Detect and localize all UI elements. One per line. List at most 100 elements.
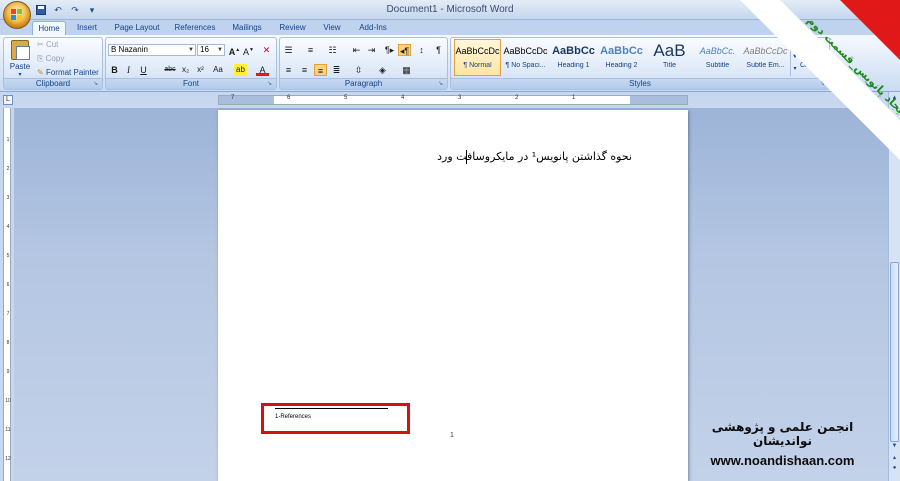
style-sample: AaBbCcDc: [455, 46, 500, 56]
ruler-mark: 2: [515, 95, 519, 101]
vertical-ruler-mark: 12: [5, 456, 11, 462]
ruler-mark: 4: [401, 95, 405, 101]
vertical-ruler-mark: 5: [6, 253, 10, 259]
format-painter-button[interactable]: ✎ Format Painter: [37, 68, 99, 77]
styles-scroll-icon[interactable]: ▲ ▼ ▾: [790, 39, 799, 76]
ruler-mark: 3: [458, 95, 462, 101]
scroll-down-icon[interactable]: ▼: [890, 442, 899, 451]
vertical-ruler-mark: 8: [6, 340, 10, 346]
change-case-button[interactable]: Aa: [210, 64, 226, 76]
scroll-thumb[interactable]: [890, 262, 899, 442]
copy-button[interactable]: ⎘ Copy: [37, 54, 64, 64]
ltr-direction-icon[interactable]: ¶▸: [383, 44, 396, 56]
style-no-spacing[interactable]: AaBbCcDc ¶ No Spaci...: [502, 39, 549, 76]
grow-font-button[interactable]: A▲: [228, 44, 241, 57]
tab-references[interactable]: References: [170, 21, 220, 35]
align-left-icon[interactable]: ≡: [282, 64, 295, 76]
paste-icon: [11, 40, 30, 60]
font-color-icon[interactable]: A: [256, 64, 269, 76]
title-bar: ↶ ↷ ▾ Document1 - Microsoft Word: [0, 0, 900, 29]
font-name-combo[interactable]: B Nazanin ▼: [108, 44, 196, 56]
align-right-icon[interactable]: ≡: [314, 64, 327, 76]
ruler-mark: 6: [287, 95, 291, 101]
style-heading-2[interactable]: AaBbCc Heading 2: [598, 39, 645, 76]
font-size-combo[interactable]: 16 ▼: [197, 44, 225, 56]
tab-add-ins[interactable]: Add-Ins: [353, 21, 393, 35]
tab-insert[interactable]: Insert: [70, 21, 104, 35]
style-subtitle[interactable]: AaBbCc. Subtitle: [694, 39, 741, 76]
clear-formatting-icon[interactable]: ✕: [260, 44, 273, 56]
style-title[interactable]: AaB Title: [646, 39, 693, 76]
vertical-ruler-mark: 9: [6, 369, 10, 375]
borders-icon[interactable]: ▦: [400, 64, 413, 76]
italic-button[interactable]: I: [122, 64, 135, 76]
style-name: Subtitle: [705, 62, 730, 69]
sort-icon[interactable]: ↕: [415, 44, 428, 56]
strikethrough-button[interactable]: abc: [162, 64, 178, 76]
align-center-icon[interactable]: ≡: [298, 64, 311, 76]
previous-page-icon[interactable]: ▴: [890, 454, 899, 463]
paragraph-launcher-icon[interactable]: ↘: [438, 81, 445, 88]
font-label: Font: [106, 78, 276, 89]
cut-button[interactable]: ✂ Cut: [37, 40, 58, 49]
website-url: www.noandishaan.com: [710, 453, 855, 468]
style-normal[interactable]: AaBbCcDc ¶ Normal: [454, 39, 501, 76]
style-sample: AaBbCcDc: [743, 46, 788, 56]
bold-button[interactable]: B: [108, 64, 121, 76]
underline-button[interactable]: U: [137, 64, 150, 76]
rtl-direction-icon[interactable]: ◂¶: [398, 44, 411, 56]
change-styles-button[interactable]: Change Styles: [800, 62, 830, 70]
ruler-mark: 5: [344, 95, 348, 101]
style-subtle-emphasis[interactable]: AaBbCcDc Subtle Em...: [742, 39, 789, 76]
justify-icon[interactable]: ≣: [330, 64, 343, 76]
bullets-icon[interactable]: ☰: [282, 44, 295, 56]
multilevel-list-icon[interactable]: ☷: [326, 44, 339, 56]
vertical-ruler[interactable]: 1 2 3 4 5 6 7 8 9 10 11 12: [0, 108, 14, 481]
clipboard-label: Clipboard: [4, 78, 102, 89]
tab-page-layout[interactable]: Page Layout: [110, 21, 164, 35]
paste-button[interactable]: Paste ▾: [7, 40, 33, 78]
window-title: Document1 - Microsoft Word: [386, 4, 514, 15]
horizontal-ruler[interactable]: 7 6 5 4 3 2 1: [218, 95, 688, 105]
font-launcher-icon[interactable]: ↘: [267, 81, 274, 88]
decrease-indent-icon[interactable]: ⇤: [350, 44, 363, 56]
style-sample: AaB: [653, 41, 686, 60]
paragraph-label: Paragraph: [280, 78, 447, 89]
increase-indent-icon[interactable]: ⇥: [365, 44, 378, 56]
style-heading-1[interactable]: AaBbCc Heading 1: [550, 39, 597, 76]
office-logo-icon: [11, 9, 23, 21]
tab-home[interactable]: Home: [32, 21, 66, 35]
document-page[interactable]: نحوه گذاشتن پانویس¹ در مایکروسافت ورد 1-…: [218, 110, 688, 481]
style-sample: AaBbCc: [552, 45, 595, 57]
format-painter-label: Format Painter: [45, 68, 99, 77]
office-button[interactable]: [3, 1, 31, 29]
line-spacing-icon[interactable]: ⇳: [352, 64, 365, 76]
vertical-ruler-mark: 2: [6, 166, 10, 172]
document-body-text[interactable]: نحوه گذاشتن پانویس¹ در مایکروسافت ورد: [437, 150, 632, 163]
styles-launcher-icon[interactable]: ↘: [820, 81, 827, 88]
style-name: ¶ Normal: [463, 62, 492, 69]
browse-object-icon[interactable]: ●: [890, 464, 899, 473]
vertical-scrollbar[interactable]: ▲ ▼ ▴ ●: [888, 92, 900, 481]
scroll-up-icon[interactable]: ▲: [890, 94, 899, 103]
style-sample: AaBbCcDc: [503, 46, 548, 56]
vertical-ruler-mark: 11: [5, 427, 11, 433]
subscript-button[interactable]: x₂: [179, 64, 192, 76]
highlight-color-icon[interactable]: ab: [234, 64, 247, 76]
superscript-button[interactable]: x²: [194, 64, 207, 76]
tab-selector-icon[interactable]: L: [3, 95, 13, 105]
style-name: Heading 2: [605, 62, 638, 69]
clipboard-launcher-icon[interactable]: ↘: [93, 81, 100, 88]
tab-mailings[interactable]: Mailings: [227, 21, 267, 35]
vertical-ruler-mark: 6: [6, 282, 10, 288]
style-sample: AaBbCc: [600, 45, 643, 57]
vertical-ruler-mark: 4: [6, 224, 10, 230]
show-marks-icon[interactable]: ¶: [432, 44, 445, 56]
numbering-icon[interactable]: ≡: [304, 44, 317, 56]
tab-view[interactable]: View: [317, 21, 347, 35]
tab-review[interactable]: Review: [275, 21, 310, 35]
style-name: ¶ No Spaci...: [505, 62, 546, 69]
page-number: 1: [450, 432, 454, 439]
shading-icon[interactable]: ◈: [376, 64, 389, 76]
shrink-font-button[interactable]: A▼: [242, 44, 255, 57]
